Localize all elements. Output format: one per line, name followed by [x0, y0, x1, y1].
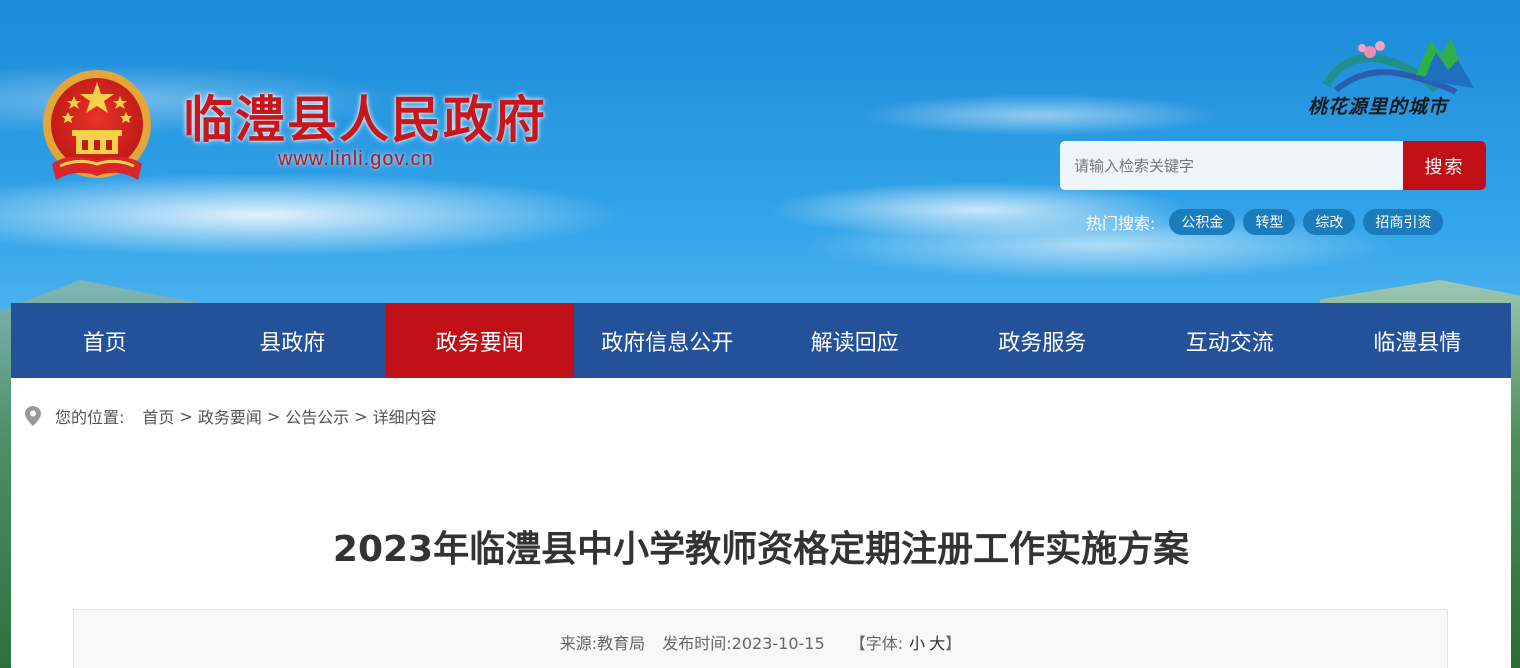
main-nav: 首页 县政府 政务要闻 政府信息公开 解读回应 政务服务 互动交流 临澧县情	[11, 303, 1511, 378]
national-emblem-icon	[43, 70, 151, 180]
location-pin-icon	[25, 406, 41, 426]
breadcrumb-separator: >	[266, 406, 281, 426]
font-size-label: 【字体:	[849, 634, 904, 653]
breadcrumb-government-news[interactable]: 政务要闻	[198, 404, 262, 428]
nav-item-information-disclosure[interactable]: 政府信息公开	[574, 303, 762, 378]
article-meta-bar: 来源:教育局 发布时间:2023-10-15 【字体: 小大】	[73, 609, 1448, 668]
breadcrumb-separator: >	[179, 406, 193, 426]
font-size-control: 【字体: 小大】	[850, 634, 961, 653]
city-slogan: 桃花源里的城市	[1308, 96, 1449, 118]
nav-item-interaction[interactable]: 互动交流	[1136, 303, 1324, 378]
nav-item-government-services[interactable]: 政务服务	[949, 303, 1137, 378]
article-meta: 来源:教育局 发布时间:2023-10-15 【字体: 小大】	[74, 630, 1447, 654]
nav-item-government-news[interactable]: 政务要闻	[386, 303, 574, 378]
font-size-close: 】	[945, 634, 962, 653]
nav-item-county-profile[interactable]: 临澧县情	[1324, 303, 1512, 378]
search-input[interactable]	[1060, 141, 1403, 190]
nav-item-county-government[interactable]: 县政府	[199, 303, 387, 378]
content-panel: 您的位置: 首页 > 政务要闻 > 公告公示 > 详细内容 2023年临澧县中小…	[11, 378, 1511, 668]
breadcrumb-detail: 详细内容	[372, 408, 437, 427]
breadcrumb-label: 您的位置:	[55, 408, 125, 427]
font-large-button[interactable]: 大	[929, 634, 945, 653]
breadcrumb-home[interactable]: 首页	[142, 404, 174, 428]
hot-tag-zhuanxing[interactable]: 转型	[1243, 209, 1296, 235]
nav-item-interpretation[interactable]: 解读回应	[761, 303, 949, 378]
site-title[interactable]: 临澧县人民政府	[183, 80, 547, 152]
breadcrumb-separator: >	[354, 406, 368, 426]
article-publish-time: 发布时间:2023-10-15	[662, 634, 825, 653]
font-small-button[interactable]: 小	[909, 634, 925, 653]
breadcrumb-announcements[interactable]: 公告公示	[285, 404, 349, 428]
site-url[interactable]: www.linli.gov.cn	[278, 148, 434, 171]
breadcrumb: 您的位置: 首页 > 政务要闻 > 公告公示 > 详细内容	[25, 404, 437, 428]
hot-search-label: 热门搜索:	[1086, 214, 1156, 233]
hot-tag-gongjijin[interactable]: 公积金	[1169, 209, 1236, 235]
search-box: 搜索	[1060, 141, 1486, 190]
hot-tag-zonggai[interactable]: 综改	[1303, 209, 1356, 235]
hot-tag-zhaoshang[interactable]: 招商引资	[1363, 209, 1444, 235]
hot-search: 热门搜索: 公积金 转型 综改 招商引资	[1086, 209, 1451, 235]
search-button[interactable]: 搜索	[1403, 141, 1486, 190]
article-title: 2023年临澧县中小学教师资格定期注册工作实施方案	[332, 529, 1190, 570]
nav-item-home[interactable]: 首页	[11, 303, 199, 378]
article-source: 来源:教育局	[559, 634, 646, 653]
